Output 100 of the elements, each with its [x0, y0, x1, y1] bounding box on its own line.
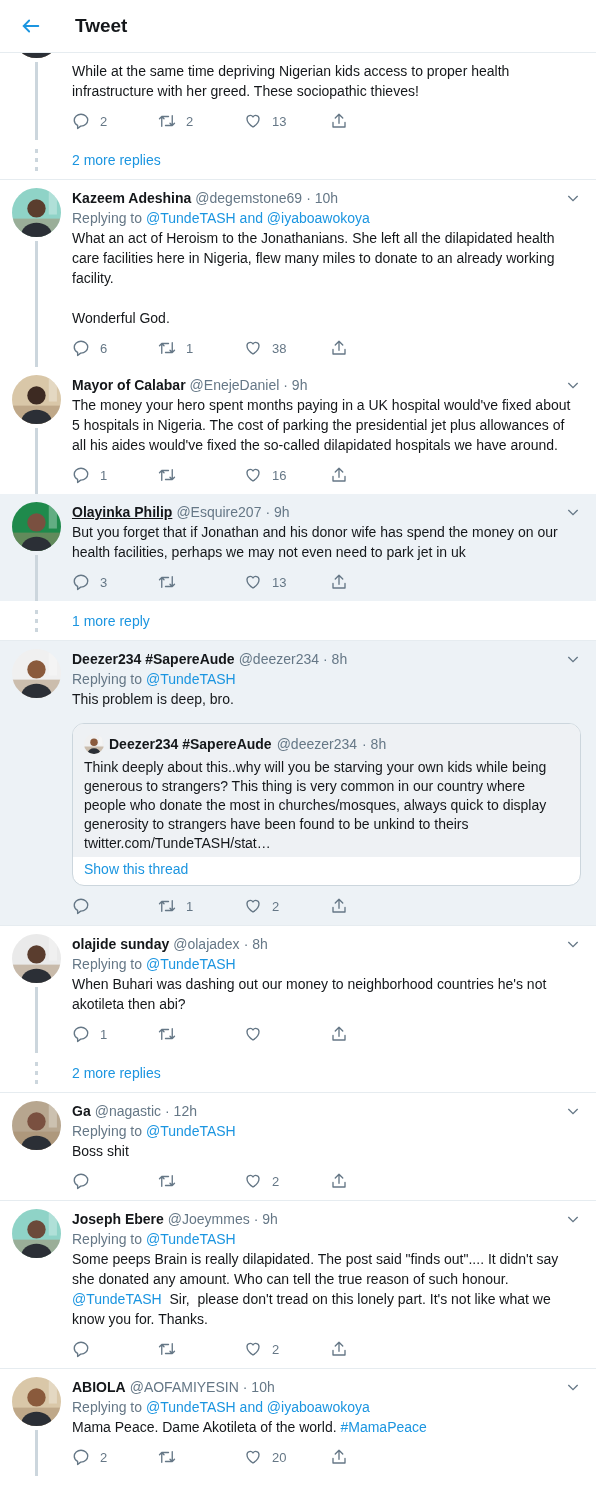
- mention-link[interactable]: #MamaPeace: [340, 1419, 427, 1435]
- like-button[interactable]: 38: [244, 338, 330, 358]
- tweet-text: Some peeps Brain is really dilapidated. The post said "finds out".... It didn't say she donated any amount. Who can tell the true reason of such honour. @TundeTASH Sir, please don't tread on this lonely part. It's not like what we know you for. Thanks.: [72, 1250, 560, 1329]
- replying-link[interactable]: @TundeTASH and @iyaboawokoya: [146, 1397, 370, 1417]
- replying-label: Replying to: [72, 955, 143, 974]
- share-icon: [330, 897, 348, 915]
- page-title: Tweet: [75, 15, 128, 37]
- tweet-text: Wonderful God.: [72, 309, 171, 328]
- tweet-text: While at the same time depriving Nigerian kids access to proper health infrastructure with her greed. These sociopathic thieves!: [72, 62, 511, 101]
- user-name[interactable]: Ga: [72, 1101, 91, 1121]
- user-name[interactable]: Joseph Ebere: [72, 1209, 164, 1229]
- user-handle: @AOFAMIYESIN: [129, 1378, 239, 1397]
- timestamp: · 12h: [165, 1102, 197, 1121]
- share-icon: [330, 1340, 348, 1358]
- share-icon: [330, 1025, 348, 1043]
- quoted-text: Think deeply about this..why will you be starving your own kids while being generous to strangers? This thing is very common in our country where people who donate the most in churches/mosques, always quick to display generosity to strangers have been found to be unkind to theirs twitter.com/TundeTASH/stat…: [84, 758, 548, 853]
- like-icon: [244, 466, 262, 484]
- retweet-icon: [158, 573, 176, 591]
- user-name[interactable]: olajide sunday: [72, 934, 170, 954]
- timestamp: · 10h: [306, 189, 339, 208]
- timestamp: · 9h: [283, 376, 308, 395]
- tweet-text: The money your hero spent months paying in a UK hospital would've fixed about 5 hospitals in Nigeria. The cost of parking the presidential jet plus allowances of all his aides would've fixed the so-called dilapidated hospitals we have around.: [72, 396, 572, 455]
- retweet-button[interactable]: 2: [158, 111, 244, 131]
- share-icon: [330, 466, 348, 484]
- like-button[interactable]: 20: [244, 1447, 330, 1467]
- user-handle: @deezer234: [276, 736, 358, 752]
- user-name: Deezer234 #SapereAude: [109, 736, 272, 752]
- like-button[interactable]: 13: [244, 572, 330, 592]
- user-handle: @nagastic: [94, 1102, 162, 1121]
- reply-icon: [72, 1340, 90, 1358]
- replying-label: Replying to: [72, 1230, 143, 1249]
- replying-link[interactable]: @TundeTASH: [146, 954, 236, 974]
- like-icon: [244, 1448, 262, 1466]
- replying-label: Replying to: [72, 1122, 143, 1141]
- mention-link[interactable]: @TundeTASH: [72, 1291, 162, 1307]
- timestamp: · 8h: [323, 650, 348, 669]
- user-handle: @Esquire207: [176, 503, 262, 522]
- retweet-icon: [158, 1025, 176, 1043]
- more-dots-icon: [35, 1061, 38, 1084]
- retweet-icon: [158, 112, 176, 130]
- user-handle: @deezer234: [238, 650, 320, 669]
- share-icon: [330, 1448, 348, 1466]
- user-handle: @olajadex: [173, 935, 240, 954]
- timestamp: · 8h: [243, 935, 268, 954]
- replying-label: Replying to: [72, 1398, 143, 1417]
- tweet-text: But you forget that if Jonathan and his donor wife has spend the money on our health facilities, perhaps we may not even need to park jet in uk: [72, 523, 559, 562]
- reply-icon: [72, 573, 90, 591]
- tweet-text: This problem is deep, bro.: [72, 690, 235, 709]
- reply-button[interactable]: 1: [72, 1024, 158, 1044]
- share-icon: [330, 573, 348, 591]
- like-button[interactable]: 16: [244, 465, 330, 485]
- like-button[interactable]: 13: [244, 111, 330, 131]
- reply-button[interactable]: 1: [72, 465, 158, 485]
- reply-button[interactable]: 6: [72, 338, 158, 358]
- share-icon: [330, 112, 348, 130]
- retweet-icon: [158, 339, 176, 357]
- replying-link[interactable]: @TundeTASH: [146, 1229, 236, 1249]
- more-replies-link[interactable]: 2 more replies: [72, 1064, 161, 1081]
- user-name[interactable]: ABIOLA: [72, 1377, 126, 1397]
- like-icon: [244, 1172, 262, 1190]
- more-replies-link[interactable]: 1 more reply: [72, 612, 150, 629]
- show-thread-link[interactable]: Show this thread: [73, 857, 580, 885]
- user-name[interactable]: Kazeem Adeshina: [72, 188, 192, 208]
- like-button[interactable]: 2: [244, 896, 330, 916]
- more-replies-link[interactable]: 2 more replies: [72, 151, 161, 168]
- like-icon: [244, 112, 262, 130]
- retweet-button[interactable]: 1: [158, 896, 244, 916]
- reply-icon: [72, 1172, 90, 1190]
- timestamp: · 10h: [242, 1378, 275, 1397]
- reply-icon: [72, 1448, 90, 1466]
- retweet-icon: [158, 1448, 176, 1466]
- reply-button[interactable]: 3: [72, 572, 158, 592]
- like-icon: [244, 1340, 262, 1358]
- retweet-button[interactable]: 1: [158, 338, 244, 358]
- user-handle: @degemstone69: [195, 189, 303, 208]
- user-name[interactable]: Deezer234 #SapereAude: [72, 649, 235, 669]
- more-dots-icon: [35, 609, 38, 632]
- user-name[interactable]: Mayor of Calabar: [72, 375, 186, 395]
- retweet-icon: [158, 897, 176, 915]
- replying-link[interactable]: @TundeTASH: [146, 669, 236, 689]
- user-handle: @Joeymmes: [167, 1210, 250, 1229]
- replying-link[interactable]: @TundeTASH and @iyaboawokoya: [146, 208, 370, 228]
- reply-icon: [72, 897, 90, 915]
- share-icon: [330, 339, 348, 357]
- like-icon: [244, 1025, 262, 1043]
- replying-link[interactable]: @TundeTASH: [146, 1121, 236, 1141]
- retweet-icon: [158, 466, 176, 484]
- share-icon: [330, 1172, 348, 1190]
- user-handle: @EnejeDaniel: [189, 376, 280, 395]
- quoted-tweet[interactable]: [72, 723, 581, 886]
- tweet-text: What an act of Heroism to the Jonathanians. She left all the dilapidated health care facilities here in Nigeria, flew many miles to donate to an already working facility.: [72, 229, 556, 288]
- reply-button[interactable]: 2: [72, 111, 158, 131]
- retweet-icon: [158, 1340, 176, 1358]
- like-icon: [244, 339, 262, 357]
- tweet-text: Mama Peace. Dame Akotileta of the world. #MamaPeace: [72, 1418, 428, 1437]
- reply-button[interactable]: 2: [72, 1447, 158, 1467]
- user-name[interactable]: Olayinka Philip: [72, 502, 173, 522]
- like-button[interactable]: 2: [244, 1339, 330, 1359]
- tweet-text: Boss shit: [72, 1142, 130, 1161]
- like-button[interactable]: 2: [244, 1171, 330, 1191]
